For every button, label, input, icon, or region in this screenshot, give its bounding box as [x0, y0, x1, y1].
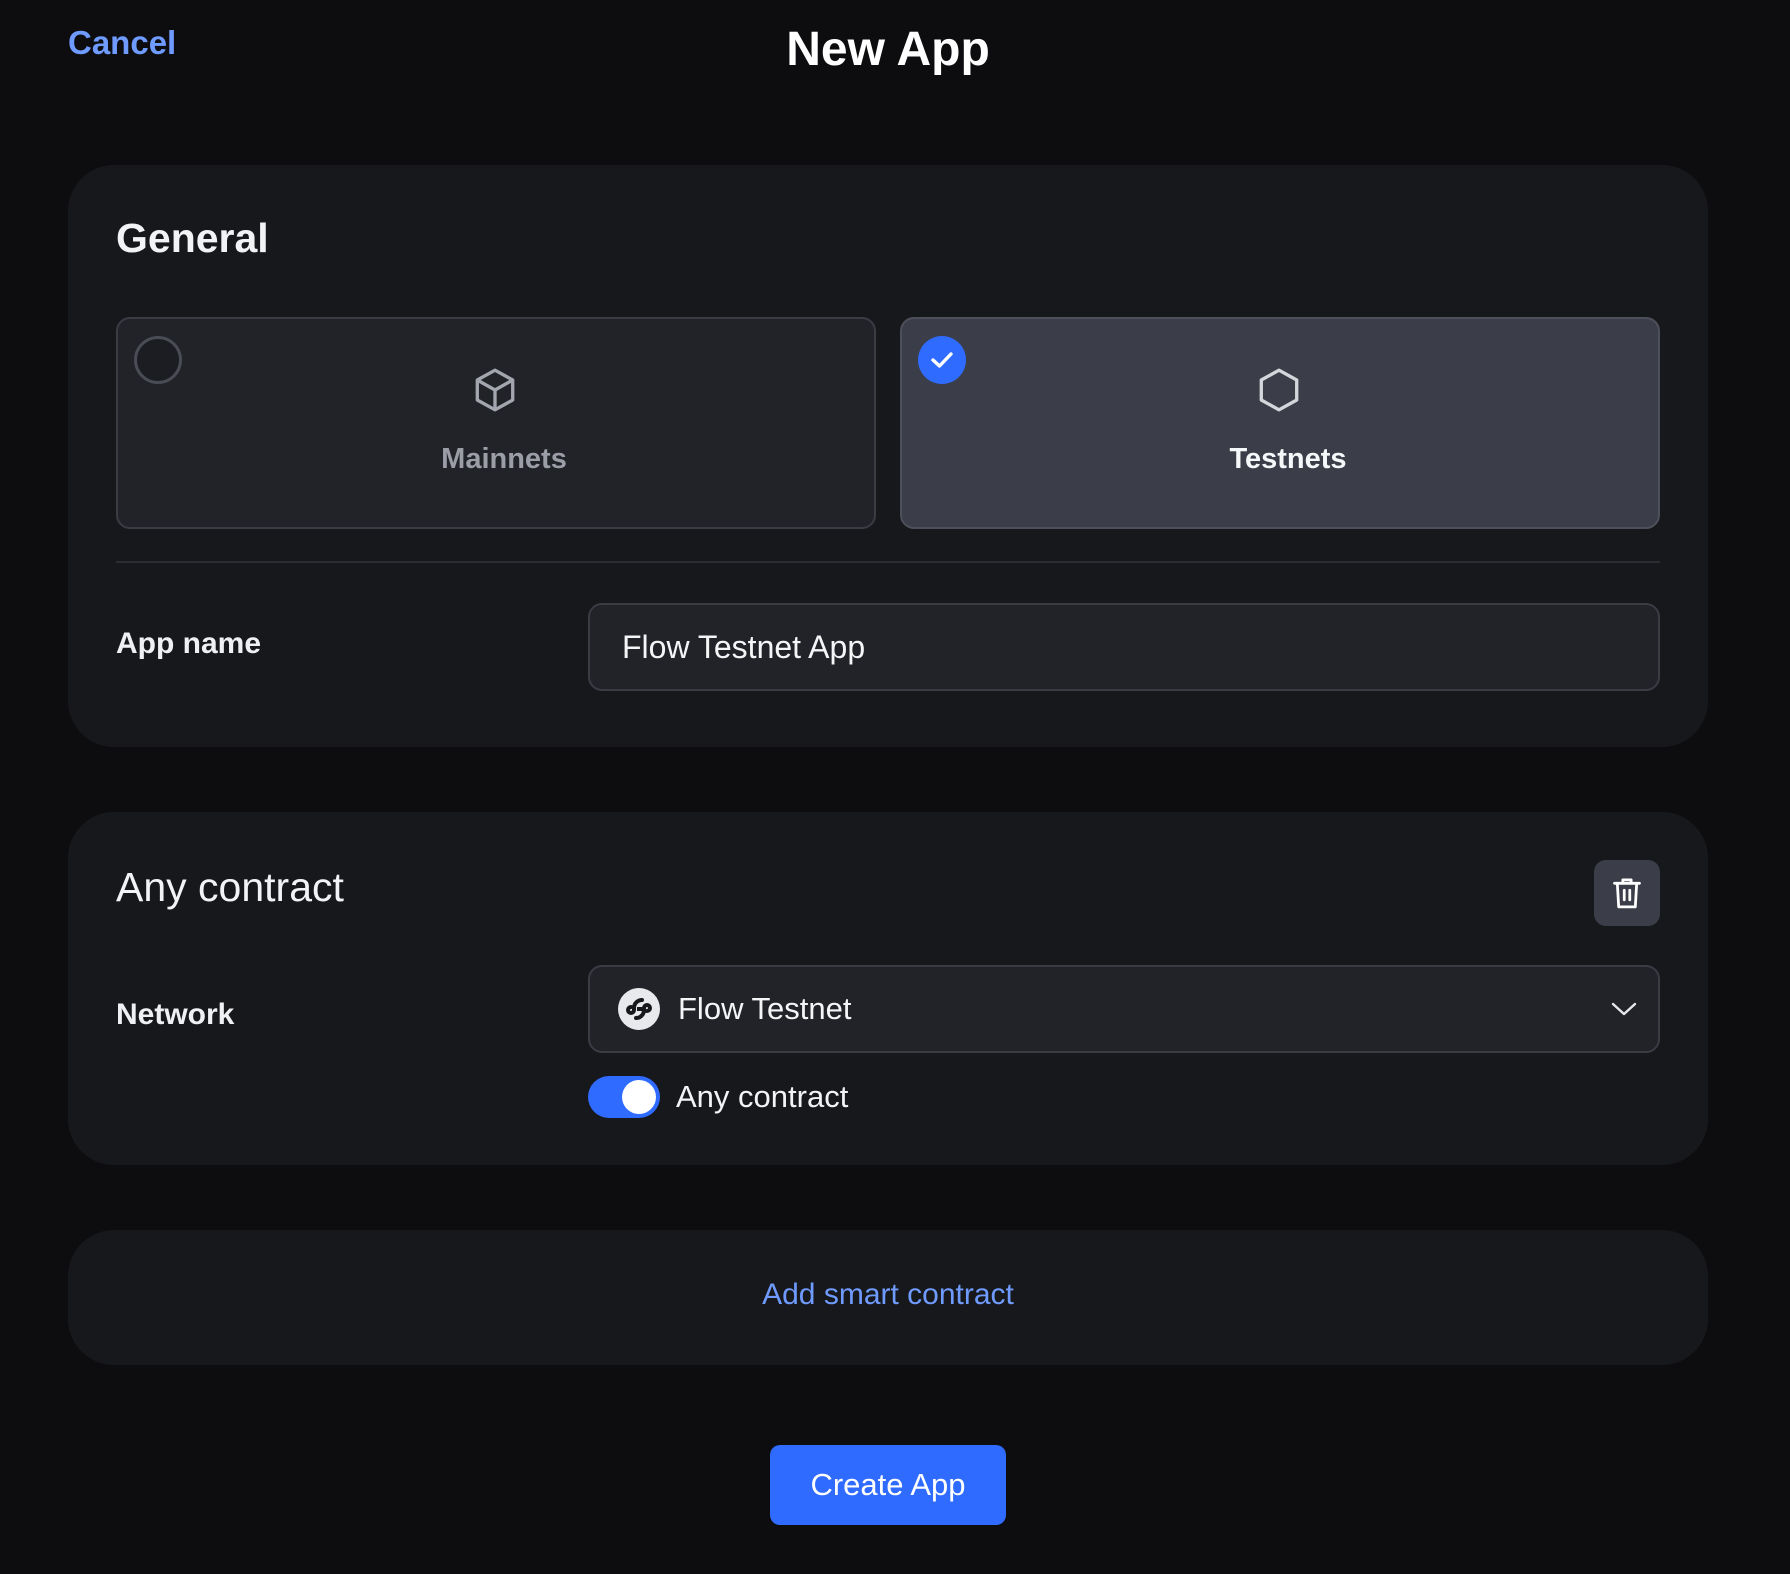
cube-icon — [470, 365, 520, 420]
delete-contract-button[interactable] — [1594, 860, 1660, 926]
contract-card: Any contract Network Flow Testnet Any co… — [68, 812, 1708, 1165]
testnets-option[interactable]: Testnets — [900, 317, 1660, 529]
contract-title: Any contract — [116, 864, 344, 910]
hexagon-icon — [1254, 365, 1304, 420]
any-contract-toggle[interactable] — [588, 1076, 660, 1118]
trash-icon — [1613, 878, 1641, 909]
any-contract-toggle-label: Any contract — [676, 1079, 849, 1114]
network-select[interactable]: Flow Testnet — [588, 965, 1660, 1053]
page-title: New App — [786, 23, 990, 76]
app-name-label: App name — [116, 627, 262, 660]
testnets-label: Testnets — [1229, 443, 1347, 475]
mainnets-radio[interactable] — [134, 336, 182, 384]
general-title: General — [116, 215, 269, 261]
checkmark-icon — [931, 352, 953, 368]
new-app-page: Cancel New App General Mainnets Testnets… — [0, 0, 1790, 1574]
add-contract-card: Add smart contract — [68, 1230, 1708, 1365]
app-name-input[interactable]: Flow Testnet App — [588, 603, 1660, 691]
chevron-down-icon — [1610, 997, 1638, 1026]
create-app-button[interactable]: Create App — [770, 1445, 1006, 1525]
toggle-knob — [622, 1080, 656, 1114]
flow-logo-icon — [618, 988, 660, 1030]
mainnets-label: Mainnets — [441, 443, 567, 475]
network-label: Network — [116, 998, 235, 1031]
add-smart-contract-button[interactable]: Add smart contract — [68, 1278, 1708, 1312]
testnets-radio[interactable] — [918, 336, 966, 384]
mainnets-option[interactable]: Mainnets — [116, 317, 876, 529]
network-select-value: Flow Testnet — [678, 991, 852, 1026]
general-card: General Mainnets Testnets App name Flow … — [68, 165, 1708, 747]
divider — [116, 561, 1660, 563]
